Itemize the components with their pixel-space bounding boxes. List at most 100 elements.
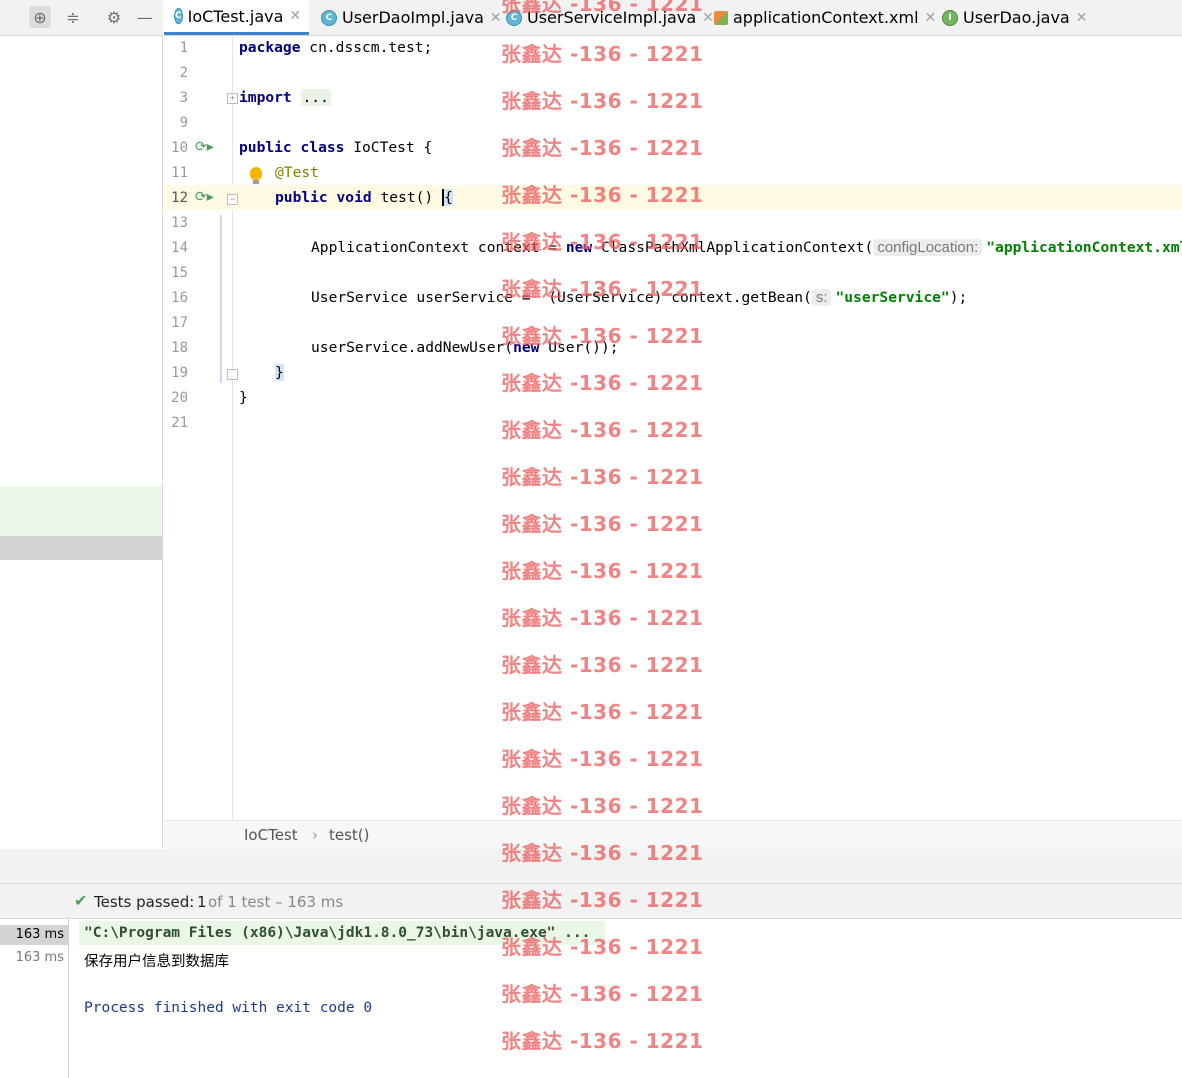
line-number: 16 xyxy=(171,290,188,306)
run-test-icon[interactable]: ⟳▸ xyxy=(195,189,214,205)
annotation: @Test xyxy=(275,164,319,181)
code-text: cn.dsscm.test; xyxy=(300,39,433,56)
code-text: UserService userService = (UserService) … xyxy=(311,289,812,306)
keyword: class xyxy=(300,139,345,156)
close-icon[interactable]: ✕ xyxy=(289,8,301,24)
tab-label: applicationContext.xml xyxy=(733,8,919,27)
project-tree-row-selected[interactable] xyxy=(0,536,162,560)
folded-imports[interactable]: ... xyxy=(300,89,331,106)
status-suffix: of 1 test – 163 ms xyxy=(208,893,344,911)
test-time-selected[interactable]: 163 ms xyxy=(0,925,68,945)
code-line-1: package cn.dsscm.test; xyxy=(239,39,432,56)
line-number: 9 xyxy=(179,115,188,131)
lightbulb-icon[interactable] xyxy=(250,167,262,184)
code-text: User()); xyxy=(539,339,619,356)
text-caret: { xyxy=(441,189,453,206)
tab-label: UserDaoImpl.java xyxy=(342,8,484,27)
tab-applicationcontext[interactable]: applicationContext.xml ✕ xyxy=(704,0,944,35)
tab-userserviceimpl[interactable]: C UserServiceImpl.java ✕ xyxy=(496,0,722,35)
line-number: 19 xyxy=(171,365,188,381)
test-tree[interactable]: 163 ms 163 ms xyxy=(0,919,69,1078)
project-panel[interactable] xyxy=(0,36,163,848)
tab-label: IoCTest.java xyxy=(187,6,284,26)
class-file-icon: C xyxy=(506,9,522,26)
string-literal: "applicationContext.xml"); xyxy=(986,239,1182,256)
tab-label: UserDao.java xyxy=(963,8,1070,27)
string-literal: "userService" xyxy=(835,289,950,306)
line-number: 12 xyxy=(171,190,188,206)
line-number: 11 xyxy=(171,165,188,181)
editor-tab-bar: C IoCTest.java ✕ C UserDaoImpl.java ✕ C … xyxy=(164,0,1182,36)
run-test-icon[interactable]: ⟳▸ xyxy=(195,139,214,155)
line-number: 18 xyxy=(171,340,188,356)
close-icon[interactable]: ✕ xyxy=(1076,10,1088,26)
code-line-14: ApplicationContext context = new ClassPa… xyxy=(311,239,1182,256)
line-number: 2 xyxy=(179,65,188,81)
class-file-icon: C xyxy=(174,8,183,24)
breadcrumb: IoCTest › test() xyxy=(164,820,1182,850)
interface-file-icon: I xyxy=(942,9,958,26)
tab-userdaoimpl[interactable]: C UserDaoImpl.java ✕ xyxy=(311,0,510,35)
code-line-12: public void test() { xyxy=(275,189,453,206)
line-number: 20 xyxy=(171,390,188,406)
status-prefix: Tests passed: xyxy=(94,893,195,911)
check-icon: ✔ xyxy=(74,891,88,910)
fold-collapse-icon[interactable]: − xyxy=(227,194,238,205)
xml-file-icon xyxy=(714,10,728,25)
line-number: 3 xyxy=(179,90,188,106)
run-toolbar xyxy=(0,849,1182,884)
code-text: ); xyxy=(949,289,968,306)
console-exit-line: Process finished with exit code 0 xyxy=(84,1000,373,1016)
console-command: "C:\Program Files (x86)\Java\jdk1.8.0_73… xyxy=(84,925,591,941)
line-number: 10 xyxy=(171,140,188,156)
code-line-19: } xyxy=(275,364,284,381)
breadcrumb-separator: › xyxy=(312,826,318,844)
parameter-hint: s: xyxy=(811,289,832,306)
code-text: userService.addNewUser( xyxy=(311,339,514,356)
line-number: 21 xyxy=(171,415,188,431)
project-tree-row[interactable] xyxy=(0,486,162,536)
tab-userdao[interactable]: I UserDao.java ✕ xyxy=(932,0,1095,35)
matched-brace: } xyxy=(275,364,284,381)
locate-icon[interactable]: ⊕ xyxy=(29,6,51,28)
line-number: 13 xyxy=(171,215,188,231)
collapse-icon[interactable]: ≑ xyxy=(62,6,84,28)
code-text: test() xyxy=(371,189,442,206)
test-status-bar: ✔ Tests passed: 1 of 1 test – 163 ms xyxy=(0,884,1182,919)
keyword: public xyxy=(239,139,292,156)
code-line-3: import ... xyxy=(239,89,331,106)
fold-end-icon[interactable] xyxy=(227,369,238,380)
keyword: new xyxy=(565,239,593,256)
keyword: package xyxy=(239,39,301,56)
tab-label: UserServiceImpl.java xyxy=(527,8,697,27)
breadcrumb-class[interactable]: IoCTest xyxy=(244,826,298,844)
test-time[interactable]: 163 ms xyxy=(16,950,64,965)
keyword: public xyxy=(275,189,328,206)
parameter-hint: configLocation: xyxy=(873,239,983,256)
project-toolbar: ⊕ ≑ ⚙ — xyxy=(0,0,163,36)
code-text: IoCTest { xyxy=(344,139,433,156)
line-number: 17 xyxy=(171,315,188,331)
console-output-line: 保存用户信息到数据库 xyxy=(84,954,229,970)
code-line-10: public class IoCTest { xyxy=(239,139,432,156)
code-line-20: } xyxy=(239,389,248,406)
code-line-18: userService.addNewUser(new User()); xyxy=(311,339,619,356)
code-text: ApplicationContext context = xyxy=(311,239,566,256)
gear-icon[interactable]: ⚙ xyxy=(103,6,125,28)
line-number: 1 xyxy=(179,40,188,56)
keyword: new xyxy=(513,339,540,356)
tab-ioctest[interactable]: C IoCTest.java ✕ xyxy=(164,0,309,35)
code-line-11: @Test xyxy=(275,164,319,181)
console-output[interactable] xyxy=(69,919,1182,1078)
line-number: 14 xyxy=(171,240,188,256)
breadcrumb-method[interactable]: test() xyxy=(329,826,370,844)
keyword: import xyxy=(239,89,292,106)
code-line-16: UserService userService = (UserService) … xyxy=(311,289,967,306)
keyword: void xyxy=(336,189,372,206)
passed-count: 1 xyxy=(197,893,207,911)
minimize-icon[interactable]: — xyxy=(134,6,156,28)
class-file-icon: C xyxy=(321,9,337,26)
fold-expand-icon[interactable]: + xyxy=(227,93,238,104)
line-number: 15 xyxy=(171,265,188,281)
scope-indicator xyxy=(220,215,222,383)
